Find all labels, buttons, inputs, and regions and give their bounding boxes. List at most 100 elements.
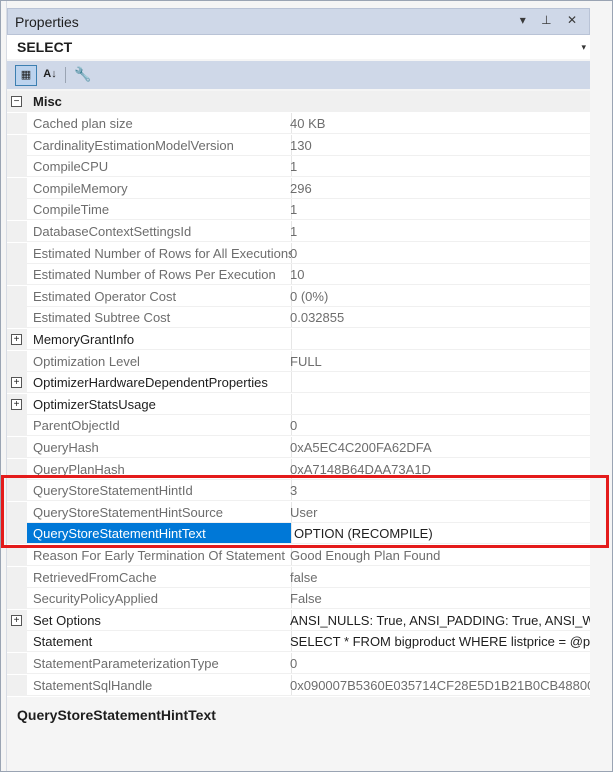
- property-value[interactable]: 3: [286, 480, 590, 502]
- property-row[interactable]: Reason For Early Termination Of Statemen…: [7, 545, 590, 566]
- property-value[interactable]: 0xA7148B64DAA73A1D: [286, 459, 590, 480]
- property-value[interactable]: 40 KB: [286, 113, 590, 134]
- property-value[interactable]: 0 (0%): [286, 286, 590, 307]
- property-name[interactable]: QueryStoreStatementHintId: [27, 480, 292, 502]
- categorized-icon[interactable]: ▦: [15, 65, 37, 86]
- row-gutter: [7, 113, 27, 134]
- property-row[interactable]: + MemoryGrantInfo: [7, 329, 590, 350]
- property-row[interactable]: CompileMemory 296: [7, 177, 590, 199]
- property-value[interactable]: [286, 372, 590, 394]
- property-row[interactable]: Estimated Number of Rows for All Executi…: [7, 242, 590, 264]
- title-bar[interactable]: Properties ▾ ⊥ ✕: [7, 8, 590, 35]
- property-row[interactable]: + OptimizerHardwareDependentProperties: [7, 372, 590, 394]
- expand-icon[interactable]: +: [11, 614, 22, 626]
- property-value[interactable]: [286, 329, 590, 350]
- property-value[interactable]: 0: [286, 653, 590, 674]
- property-name[interactable]: SecurityPolicyApplied: [27, 588, 292, 610]
- property-row[interactable]: StatementParameterizationType 0: [7, 653, 590, 674]
- property-value[interactable]: OPTION (RECOMPILE): [286, 523, 590, 545]
- property-value[interactable]: ANSI_NULLS: True, ANSI_PADDING: True, AN…: [286, 610, 590, 631]
- property-name[interactable]: Statement: [27, 631, 292, 653]
- property-value[interactable]: 130: [286, 135, 590, 156]
- collapse-icon[interactable]: −: [11, 96, 22, 107]
- row-gutter: [7, 674, 27, 696]
- property-row[interactable]: Estimated Operator Cost 0 (0%): [7, 285, 590, 307]
- property-name[interactable]: Estimated Operator Cost: [27, 285, 292, 307]
- property-value[interactable]: 0xA5EC4C200FA62DFA: [286, 437, 590, 458]
- property-name[interactable]: RetrievedFromCache: [27, 566, 292, 588]
- property-value[interactable]: User: [286, 502, 590, 523]
- property-row[interactable]: QueryStoreStatementHintSource User: [7, 501, 590, 523]
- property-name[interactable]: Estimated Number of Rows for All Executi…: [27, 242, 292, 264]
- property-row[interactable]: SecurityPolicyApplied False: [7, 588, 590, 610]
- property-name[interactable]: QueryStoreStatementHintSource: [27, 501, 292, 523]
- property-row[interactable]: QueryStoreStatementHintId 3: [7, 480, 590, 502]
- property-name[interactable]: ParentObjectId: [27, 415, 292, 437]
- property-row[interactable]: DatabaseContextSettingsId 1: [7, 221, 590, 242]
- property-value[interactable]: 0.032855: [286, 307, 590, 329]
- expand-icon[interactable]: +: [11, 334, 22, 345]
- property-name[interactable]: MemoryGrantInfo: [27, 329, 292, 350]
- chevron-down-icon[interactable]: ▾: [581, 42, 586, 53]
- property-name[interactable]: OptimizerStatsUsage: [27, 393, 292, 415]
- property-row[interactable]: QueryHash 0xA5EC4C200FA62DFA: [7, 437, 590, 458]
- property-name[interactable]: OptimizerHardwareDependentProperties: [27, 372, 292, 394]
- property-row[interactable]: Estimated Subtree Cost 0.032855: [7, 307, 590, 329]
- property-row[interactable]: RetrievedFromCache false: [7, 566, 590, 588]
- property-row[interactable]: + Set Options ANSI_NULLS: True, ANSI_PADDI…: [7, 609, 590, 631]
- property-name[interactable]: Set Options: [27, 609, 292, 631]
- property-value[interactable]: Good Enough Plan Found: [286, 545, 590, 566]
- property-value[interactable]: False: [286, 588, 590, 610]
- row-gutter: [7, 199, 27, 221]
- property-row[interactable]: Cached plan size 40 KB: [7, 113, 590, 134]
- property-value[interactable]: false: [286, 567, 590, 588]
- property-value[interactable]: 0: [286, 243, 590, 264]
- property-row[interactable]: CompileTime 1: [7, 199, 590, 221]
- window-controls-icon[interactable]: ▾ ⊥ ✕: [520, 13, 583, 27]
- property-name[interactable]: Cached plan size: [27, 113, 292, 134]
- property-value[interactable]: 1: [286, 199, 590, 221]
- wrench-icon[interactable]: 🔧: [73, 65, 93, 84]
- property-row[interactable]: Optimization Level FULL: [7, 350, 590, 372]
- property-value[interactable]: [286, 394, 590, 415]
- property-row[interactable]: StatementSqlHandle 0x090007B5360E035714CF…: [7, 674, 590, 696]
- property-row[interactable]: QueryPlanHash 0xA7148B64DAA73A1D: [7, 458, 590, 480]
- property-row[interactable]: ParentObjectId 0: [7, 415, 590, 437]
- property-name[interactable]: QueryPlanHash: [27, 458, 292, 480]
- property-name[interactable]: QueryStoreStatementHintText: [27, 523, 292, 545]
- category-misc[interactable]: − Misc: [7, 91, 590, 112]
- property-row[interactable]: Estimated Number of Rows Per Execution 10: [7, 264, 590, 286]
- property-name[interactable]: QueryHash: [27, 437, 292, 458]
- row-gutter: +: [7, 609, 27, 631]
- property-name[interactable]: Optimization Level: [27, 350, 292, 372]
- alphabetical-icon[interactable]: A↓: [40, 65, 60, 84]
- property-value[interactable]: 1: [286, 221, 590, 242]
- property-value[interactable]: SELECT * FROM bigproduct WHERE listprice…: [286, 631, 590, 653]
- property-name[interactable]: StatementParameterizationType: [27, 653, 292, 674]
- object-selector[interactable]: SELECT ▾: [7, 35, 590, 59]
- property-name[interactable]: Estimated Subtree Cost: [27, 307, 292, 329]
- property-value[interactable]: 10: [286, 264, 590, 286]
- property-row[interactable]: CompileCPU 1: [7, 156, 590, 178]
- property-name[interactable]: CardinalityEstimationModelVersion: [27, 134, 292, 156]
- window-title: Properties: [15, 14, 79, 30]
- property-name[interactable]: StatementSqlHandle: [27, 674, 292, 696]
- property-value[interactable]: 0x090007B5360E035714CF28E5D1B21B0CB48800…: [286, 675, 590, 696]
- property-row[interactable]: + OptimizerStatsUsage: [7, 393, 590, 415]
- property-row[interactable]: Statement SELECT * FROM bigproduct WHERE …: [7, 631, 590, 653]
- property-name[interactable]: CompileCPU: [27, 156, 292, 178]
- property-value[interactable]: 0: [286, 415, 590, 437]
- expand-icon[interactable]: +: [11, 398, 22, 410]
- property-grid: − Misc Cached plan size 40 KB CardinalityE…: [7, 91, 590, 697]
- property-row[interactable]: QueryStoreStatementHintText OPTION (RECOM…: [7, 523, 590, 545]
- expand-icon[interactable]: +: [11, 377, 22, 389]
- property-name[interactable]: CompileMemory: [27, 177, 292, 199]
- property-value[interactable]: 296: [286, 178, 590, 199]
- property-name[interactable]: CompileTime: [27, 199, 292, 221]
- property-row[interactable]: CardinalityEstimationModelVersion 130: [7, 134, 590, 156]
- property-value[interactable]: 1: [286, 156, 590, 178]
- property-name[interactable]: Reason For Early Termination Of Statemen…: [27, 545, 292, 566]
- property-name[interactable]: Estimated Number of Rows Per Execution: [27, 264, 292, 286]
- property-name[interactable]: DatabaseContextSettingsId: [27, 221, 292, 242]
- property-value[interactable]: FULL: [286, 351, 590, 372]
